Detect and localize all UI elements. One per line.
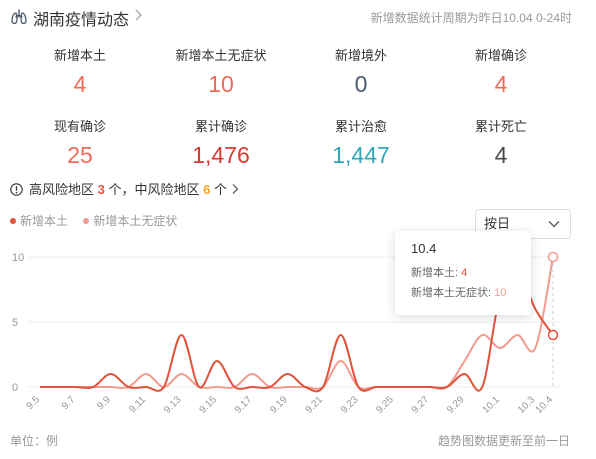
stat-new-confirmed: 新增确诊 4	[431, 47, 571, 99]
y-tick-label: 5	[12, 317, 18, 329]
data-point-marker	[547, 329, 559, 341]
y-tick-label: 0	[12, 382, 18, 394]
x-tick-label: 9.5	[25, 394, 43, 412]
legend-dot	[10, 218, 16, 224]
x-tick-label: 9.7	[60, 394, 78, 412]
unit-label: 单位：例	[10, 434, 59, 448]
stat-label: 新增境外	[334, 48, 387, 63]
tooltip-label: 新增本土:	[411, 267, 459, 279]
stat-value: 4	[73, 71, 87, 97]
tooltip-value: 4	[461, 267, 468, 279]
legend-label: 新增本土无症状	[93, 214, 178, 228]
stat-total-confirmed: 累计确诊 1,476	[151, 118, 291, 170]
risk-high-count: 3	[97, 182, 105, 197]
legend-item-new-local[interactable]: 新增本土	[10, 213, 68, 229]
stat-total-cured: 累计治愈 1,447	[291, 118, 431, 170]
stat-total-deaths: 累计死亡 4	[431, 118, 571, 170]
x-tick-label: 10.1	[481, 394, 503, 416]
header: 湖南疫情动态 新增数据统计周期为昨日10.04 0-24时	[0, 0, 596, 34]
x-tick-label: 9.29	[445, 394, 467, 416]
risk-area-link[interactable]: 高风险地区 3 个，中风险地区 6 个	[10, 181, 239, 199]
stat-label: 累计确诊	[194, 119, 247, 134]
tooltip-row-local: 新增本土: 4	[411, 263, 531, 283]
x-tick-label: 9.15	[197, 394, 219, 416]
legend-dot	[83, 218, 90, 224]
chart-legend: 新增本土 新增本土无症状	[10, 213, 189, 229]
data-point-marker	[547, 251, 559, 263]
x-tick-label: 10.4	[534, 394, 556, 416]
stat-period-note: 新增数据统计周期为昨日10.04 0-24时	[370, 11, 572, 25]
stat-value: 10	[208, 71, 234, 97]
tooltip-date: 10.4	[411, 241, 437, 256]
stat-label: 累计死亡	[474, 119, 527, 134]
risk-mid-label: 个，中风险地区	[108, 182, 200, 197]
info-icon	[10, 183, 23, 196]
stat-new-local: 新增本土 4	[10, 47, 150, 99]
tooltip-label: 新增本土无症状:	[411, 287, 492, 299]
risk-suffix: 个	[214, 182, 228, 197]
chevron-right-icon	[232, 184, 239, 194]
x-tick-label: 9.13	[162, 394, 184, 416]
chevron-down-icon	[548, 221, 560, 228]
chevron-right-icon[interactable]	[133, 8, 143, 22]
stat-current-confirmed: 现有确诊 25	[10, 118, 150, 170]
stat-value: 4	[494, 71, 508, 97]
tooltip-row-asymptomatic: 新增本土无症状: 10	[411, 283, 531, 303]
risk-mid-count: 6	[203, 182, 211, 197]
tooltip-value: 10	[494, 287, 507, 299]
x-tick-label: 9.25	[374, 394, 396, 416]
x-tick-label: 9.11	[127, 394, 148, 415]
x-tick-label: 9.9	[95, 394, 113, 412]
stat-value: 0	[354, 71, 368, 97]
stat-label: 新增确诊	[474, 48, 527, 63]
x-tick-label: 9.21	[304, 394, 326, 416]
legend-label: 新增本土	[20, 214, 69, 228]
x-tick-label: 10.3	[516, 394, 538, 416]
stat-label: 新增本土	[53, 48, 106, 63]
x-tick-label: 9.27	[410, 394, 432, 416]
stat-label: 现有确诊	[53, 119, 106, 134]
stat-value: 4	[494, 142, 508, 168]
y-tick-label: 10	[12, 252, 24, 264]
risk-high-label: 高风险地区	[29, 182, 95, 197]
lungs-icon	[11, 9, 27, 25]
stat-value: 1,476	[192, 142, 250, 168]
stat-new-imported: 新增境外 0	[291, 47, 431, 99]
stat-value: 1,447	[332, 142, 390, 168]
legend-item-new-asymptomatic[interactable]: 新增本土无症状	[83, 213, 177, 229]
stat-label: 新增本土无症状	[175, 48, 267, 63]
stat-value: 25	[67, 142, 93, 168]
chart-tooltip: 10.4 新增本土: 4 新增本土无症状: 10	[395, 231, 531, 315]
x-tick-label: 9.23	[339, 394, 361, 416]
stat-label: 累计治愈	[334, 119, 387, 134]
x-tick-label: 9.19	[268, 394, 290, 416]
period-select-value: 按日	[484, 216, 511, 231]
update-note: 趋势图数据更新至前一日	[437, 434, 570, 448]
x-tick-label: 9.17	[233, 394, 255, 416]
page-title[interactable]: 湖南疫情动态	[33, 6, 129, 30]
stat-new-local-asymptomatic: 新增本土无症状 10	[151, 47, 291, 99]
